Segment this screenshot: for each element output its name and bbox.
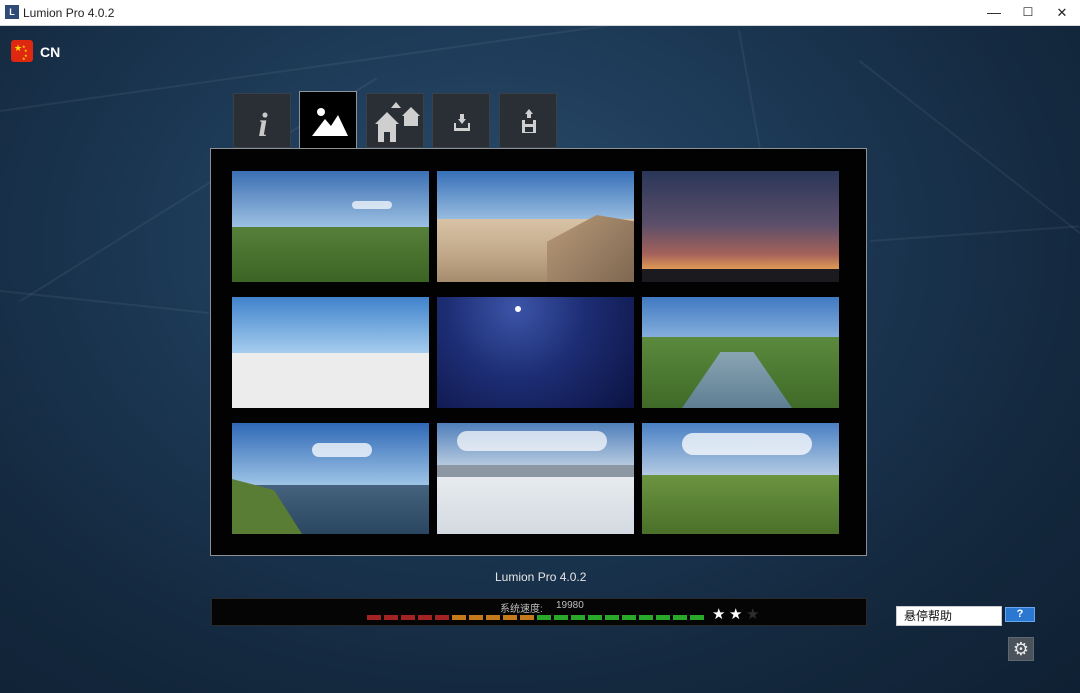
lumion-app-icon: L [5,5,19,19]
speed-segment [639,615,653,620]
scene-thumbnail-lake-coast[interactable] [232,423,429,534]
save-icon [522,109,536,133]
help-button[interactable]: ? [1005,607,1035,622]
language-label[interactable]: CN [40,44,60,60]
version-label: Lumion Pro 4.0.2 [495,570,587,584]
speed-segment [469,615,483,620]
tab-save[interactable] [499,93,557,148]
maximize-button[interactable]: ☐ [1011,0,1045,25]
close-button[interactable]: ✕ [1045,0,1079,25]
speed-segment [690,615,704,620]
speed-segment [673,615,687,620]
background-streak [738,30,761,149]
gear-icon[interactable]: ⚙ [1008,637,1034,661]
speed-segment [384,615,398,620]
speed-segment [571,615,585,620]
speed-segment [435,615,449,620]
speed-segment [537,615,551,620]
speed-value: 19980 [556,600,584,611]
speed-segment [520,615,534,620]
speed-segment [452,615,466,620]
scene-thumbnail-sunset[interactable] [642,171,839,282]
china-flag-icon[interactable]: ★ ★ ★ ★ ★ [11,40,33,62]
background-streak [870,225,1080,242]
speed-segment [486,615,500,620]
speed-segment [622,615,636,620]
speed-segment [588,615,602,620]
hover-help-label[interactable]: 悬停帮助 [896,606,1002,626]
minimize-button[interactable]: — [977,0,1011,25]
scene-thumbnail-white-plain[interactable] [232,297,429,408]
scene-thumbnail-grassland[interactable] [232,171,429,282]
star-filled-icon: ★ [729,606,743,623]
speed-label: 系统速度: [500,604,543,615]
speed-segment [367,615,381,620]
scene-thumbnail-desert[interactable] [437,171,634,282]
tab-new-scene[interactable] [299,91,357,149]
load-icon [454,114,470,131]
houses-icon [375,102,420,142]
tab-examples[interactable] [366,93,424,148]
svg-text:i: i [258,107,268,144]
tab-load[interactable] [432,93,490,148]
info-icon: i [258,107,268,144]
scene-selection-panel [210,148,867,556]
star-empty-icon: ★ [746,606,760,623]
scene-thumbnail-night[interactable] [437,297,634,408]
speed-segment [605,615,619,620]
tab-info[interactable]: i [233,93,291,148]
speed-segment [554,615,568,620]
landscape-icon [312,108,348,136]
speed-segment [401,615,415,620]
star-filled-icon: ★ [712,606,726,623]
window-title: Lumion Pro 4.0.2 [23,6,115,20]
scene-thumbnail-green-hills[interactable] [642,423,839,534]
speed-segment [503,615,517,620]
scene-thumbnail-river-valley[interactable] [642,297,839,408]
system-speed-bar: 系统速度: 19980 ★ ★ ★ [211,598,867,626]
scene-thumbnail-snow-mountains[interactable] [437,423,634,534]
title-bar: L Lumion Pro 4.0.2 — ☐ ✕ [0,0,1080,26]
speed-segment [656,615,670,620]
background-streak [0,290,209,314]
speed-segment [418,615,432,620]
